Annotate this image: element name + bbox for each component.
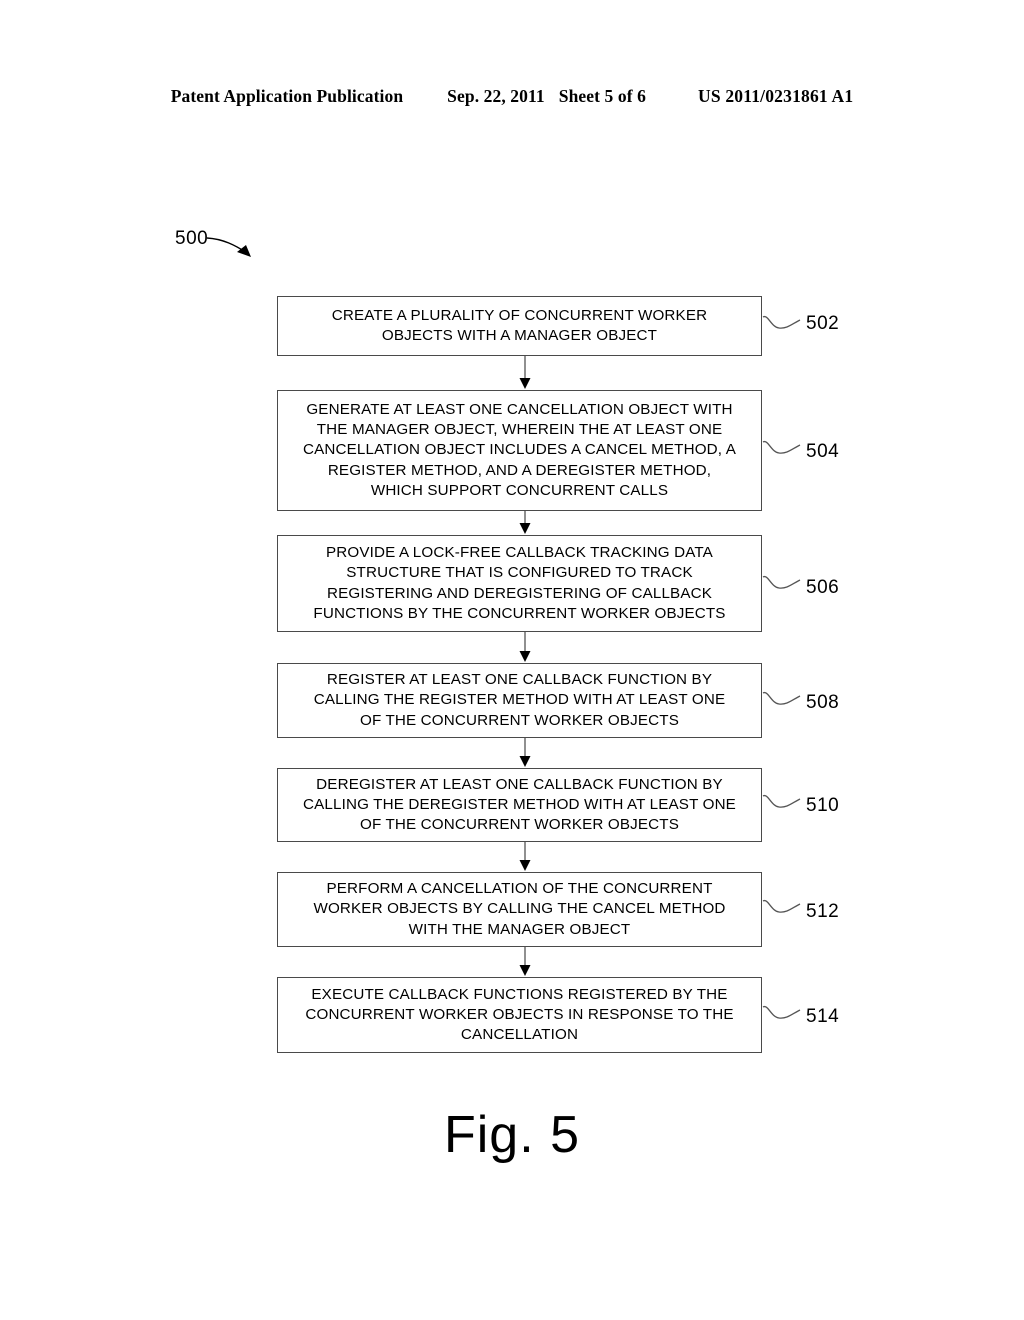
flow-step-text-508: REGISTER AT LEAST ONE CALLBACK FUNCTION … [313,671,726,729]
flow-step-text-514: EXECUTE CALLBACK FUNCTIONS REGISTERED BY… [305,985,734,1044]
reference-leader-508 [762,691,801,705]
reference-leader-502 [762,315,801,329]
flow-connector-512-514 [519,947,531,976]
flow-step-text-512: PERFORM A CANCELLATION OF THE CONCURRENT… [313,880,726,938]
flow-step-box-512: PERFORM A CANCELLATION OF THE CONCURRENT… [277,872,762,947]
reference-number-510: 510 [806,795,840,816]
flow-step-box-506: PROVIDE A LOCK-FREE CALLBACK TRACKING DA… [277,535,762,632]
reference-leader-506 [762,575,801,589]
flow-connector-504-506 [519,511,531,534]
flow-step-text-510: DEREGISTER AT LEAST ONE CALLBACK FUNCTIO… [303,775,736,834]
flow-connector-508-510 [519,738,531,767]
reference-leader-504 [762,440,801,454]
reference-number-506: 506 [806,577,840,598]
figure-caption: Fig. 5 [443,1106,581,1164]
flow-connector-506-508 [519,632,531,662]
reference-leader-512 [762,899,801,913]
flow-step-text-506: PROVIDE A LOCK-FREE CALLBACK TRACKING DA… [313,544,726,622]
reference-number-508: 508 [806,692,840,713]
reference-number-502: 502 [806,313,840,334]
reference-number-504: 504 [806,441,840,462]
figure-reference-leader-line [206,237,251,257]
reference-leader-510 [762,794,801,808]
flow-step-box-510: DEREGISTER AT LEAST ONE CALLBACK FUNCTIO… [277,768,762,842]
reference-leader-514 [762,1005,801,1019]
flow-step-box-508: REGISTER AT LEAST ONE CALLBACK FUNCTION … [277,663,762,738]
flow-step-text-502: CREATE A PLURALITY OF CONCURRENT WORKER … [331,306,708,344]
flow-step-text-504: GENERATE AT LEAST ONE CANCELLATION OBJEC… [303,400,736,499]
flow-step-box-504: GENERATE AT LEAST ONE CANCELLATION OBJEC… [277,390,762,511]
flow-connector-502-504 [519,356,531,389]
reference-number-512: 512 [806,901,840,922]
reference-number-514: 514 [806,1006,840,1027]
flow-step-box-502: CREATE A PLURALITY OF CONCURRENT WORKER … [277,296,762,356]
flow-connector-510-512 [519,842,531,871]
figure-reference-number-500: 500 [175,228,209,249]
flowchart-figure: 500 CREATE A PLURALITY OF CONCURRENT WOR… [0,0,1024,1320]
flow-step-box-514: EXECUTE CALLBACK FUNCTIONS REGISTERED BY… [277,977,762,1053]
